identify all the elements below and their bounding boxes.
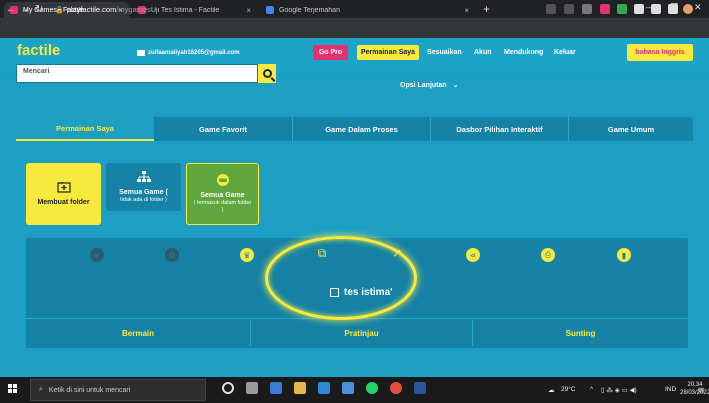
lock-icon: 🔒 (55, 7, 64, 14)
create-folder-button[interactable]: Membuat folder (26, 163, 101, 225)
all-games-inc-label: Semua Game (200, 192, 245, 199)
trophy-icon[interactable]: ♛ (240, 248, 254, 262)
clock-date: 28/03/2022 (680, 390, 709, 396)
extension-icon[interactable] (600, 4, 610, 14)
browser-tab-title: Google Terjemahan (279, 6, 340, 14)
word-icon[interactable] (414, 382, 426, 394)
delete-trash-icon[interactable]: ▮ (617, 248, 631, 262)
extensions-puzzle-icon[interactable] (651, 4, 661, 14)
taskbar-search-input[interactable]: ⌕ Ketik di sini untuk mencari (30, 379, 206, 401)
taskbar-search-placeholder: Ketik di sini untuk mencari (48, 386, 131, 394)
cortana-icon[interactable] (222, 382, 234, 394)
chrome-icon[interactable] (390, 382, 402, 394)
settings-gear-icon[interactable]: ⚙ (165, 248, 179, 262)
all-games-label: Semua Game ( (119, 188, 168, 196)
tab-games-in-progress[interactable]: Game Dalam Proses (292, 117, 430, 141)
translate-icon[interactable] (546, 4, 556, 14)
advanced-options-label: Opsi Lanjutan (400, 82, 447, 89)
extension-icon[interactable] (634, 4, 644, 14)
search-icon (262, 69, 272, 78)
all-games-inc-sublabel: ( termasuk dalam folder ) (193, 200, 252, 213)
tab-interactive-dashboard[interactable]: Dasbor Pilihan Interaktif (430, 117, 568, 141)
nav-support-link[interactable]: Mendukung (504, 49, 543, 56)
go-pro-button[interactable]: Go Pro (313, 45, 348, 60)
side-panel-icon[interactable] (668, 4, 678, 14)
tab-my-games[interactable]: Permainan Saya (16, 117, 154, 141)
share-nodes-icon[interactable]: ⋖ (466, 248, 480, 262)
search-button[interactable] (258, 64, 276, 83)
windows-start-icon[interactable] (8, 384, 18, 394)
tab-public-games[interactable]: Game Umum (568, 117, 693, 141)
preview-button[interactable]: Pratinjau (250, 320, 472, 346)
play-button[interactable]: Bermain (26, 320, 250, 346)
url-path: /mygames (116, 5, 151, 14)
google-translate-favicon-icon (266, 6, 274, 14)
store-icon[interactable] (342, 382, 354, 394)
folder-plus-icon (56, 181, 71, 193)
weather-icon[interactable]: ☁ (548, 386, 555, 394)
tray-up-icon[interactable]: ^ (590, 386, 593, 393)
all-games-unfoldered-button[interactable]: Semua Game ( tidak ada di folder ) (106, 163, 181, 211)
close-tab-icon[interactable]: × (246, 6, 251, 15)
mail-icon[interactable] (318, 382, 330, 394)
browser-tab-title: Uji Tes Istima - Factile (151, 6, 220, 14)
print-icon[interactable]: ⎙ (541, 248, 555, 262)
extension-icon[interactable] (617, 4, 627, 14)
mail-icon (137, 50, 145, 56)
advanced-options-toggle[interactable]: Opsi Lanjutan ⌄ (400, 81, 459, 89)
all-games-sublabel: tidak ada di folder ) (120, 196, 167, 203)
url-field[interactable]: 🔒 playfactile.com/mygames (55, 5, 151, 14)
tray-icons[interactable]: ▯ ⁂ ◈ ▭ ◀) (601, 386, 637, 394)
weather-temp[interactable]: 29°C (561, 386, 576, 393)
my-games-button[interactable]: Permainan Saya (357, 45, 419, 60)
back-icon[interactable]: ← (6, 4, 16, 15)
input-language[interactable]: IND (665, 386, 676, 393)
url-host: playfactile.com (66, 5, 117, 14)
reload-icon[interactable]: ↻ (35, 4, 43, 15)
nav-logout-link[interactable]: Keluar (554, 49, 576, 56)
browser-tab-google-translate[interactable]: Google Terjemahan × (260, 2, 475, 18)
close-window-icon[interactable]: ✕ (694, 2, 702, 13)
task-view-icon[interactable] (246, 382, 258, 394)
nav-account-link[interactable]: Akun (474, 49, 492, 56)
search-input[interactable]: Mencari (16, 64, 258, 83)
gamepad-icon (216, 174, 229, 186)
share-icon[interactable] (564, 4, 574, 14)
file-explorer-icon[interactable] (270, 382, 282, 394)
folder-icon[interactable] (294, 382, 306, 394)
address-bar (0, 18, 709, 38)
edit-button[interactable]: Sunting (472, 320, 688, 346)
nav-customize-link[interactable]: Sesuaikan (427, 49, 462, 56)
forward-icon[interactable]: → (20, 4, 30, 15)
notifications-icon[interactable]: ▤ (698, 386, 704, 394)
new-tab-button[interactable]: + (483, 2, 490, 16)
profile-avatar[interactable] (683, 4, 693, 14)
factile-logo[interactable]: factile (17, 42, 60, 59)
bookmark-star-icon[interactable] (582, 4, 592, 14)
all-games-including-folders-button[interactable]: Semua Game ( termasuk dalam folder ) (186, 163, 259, 225)
favorite-heart-icon[interactable]: ♥ (90, 248, 104, 262)
language-button[interactable]: bahasa Inggris (627, 44, 693, 61)
search-icon: ⌕ (39, 386, 43, 393)
clock-time: 20.34 (687, 382, 703, 388)
sitemap-icon (136, 170, 151, 182)
close-tab-icon[interactable]: × (464, 6, 469, 15)
search-placeholder: Mencari (23, 68, 50, 75)
user-email-text: zulfaamaliyah16205@gmail.com (148, 50, 240, 56)
chevron-down-icon: ⌄ (452, 82, 459, 89)
tab-favorite-games[interactable]: Game Favorit (154, 117, 292, 141)
taskbar-clock[interactable]: 20.34 28/03/2022 (680, 381, 709, 397)
user-email: zulfaamaliyah16205@gmail.com (137, 50, 240, 56)
create-folder-label: Membuat folder (37, 199, 90, 206)
whatsapp-icon[interactable] (366, 382, 378, 394)
highlight-ellipse (265, 236, 417, 320)
